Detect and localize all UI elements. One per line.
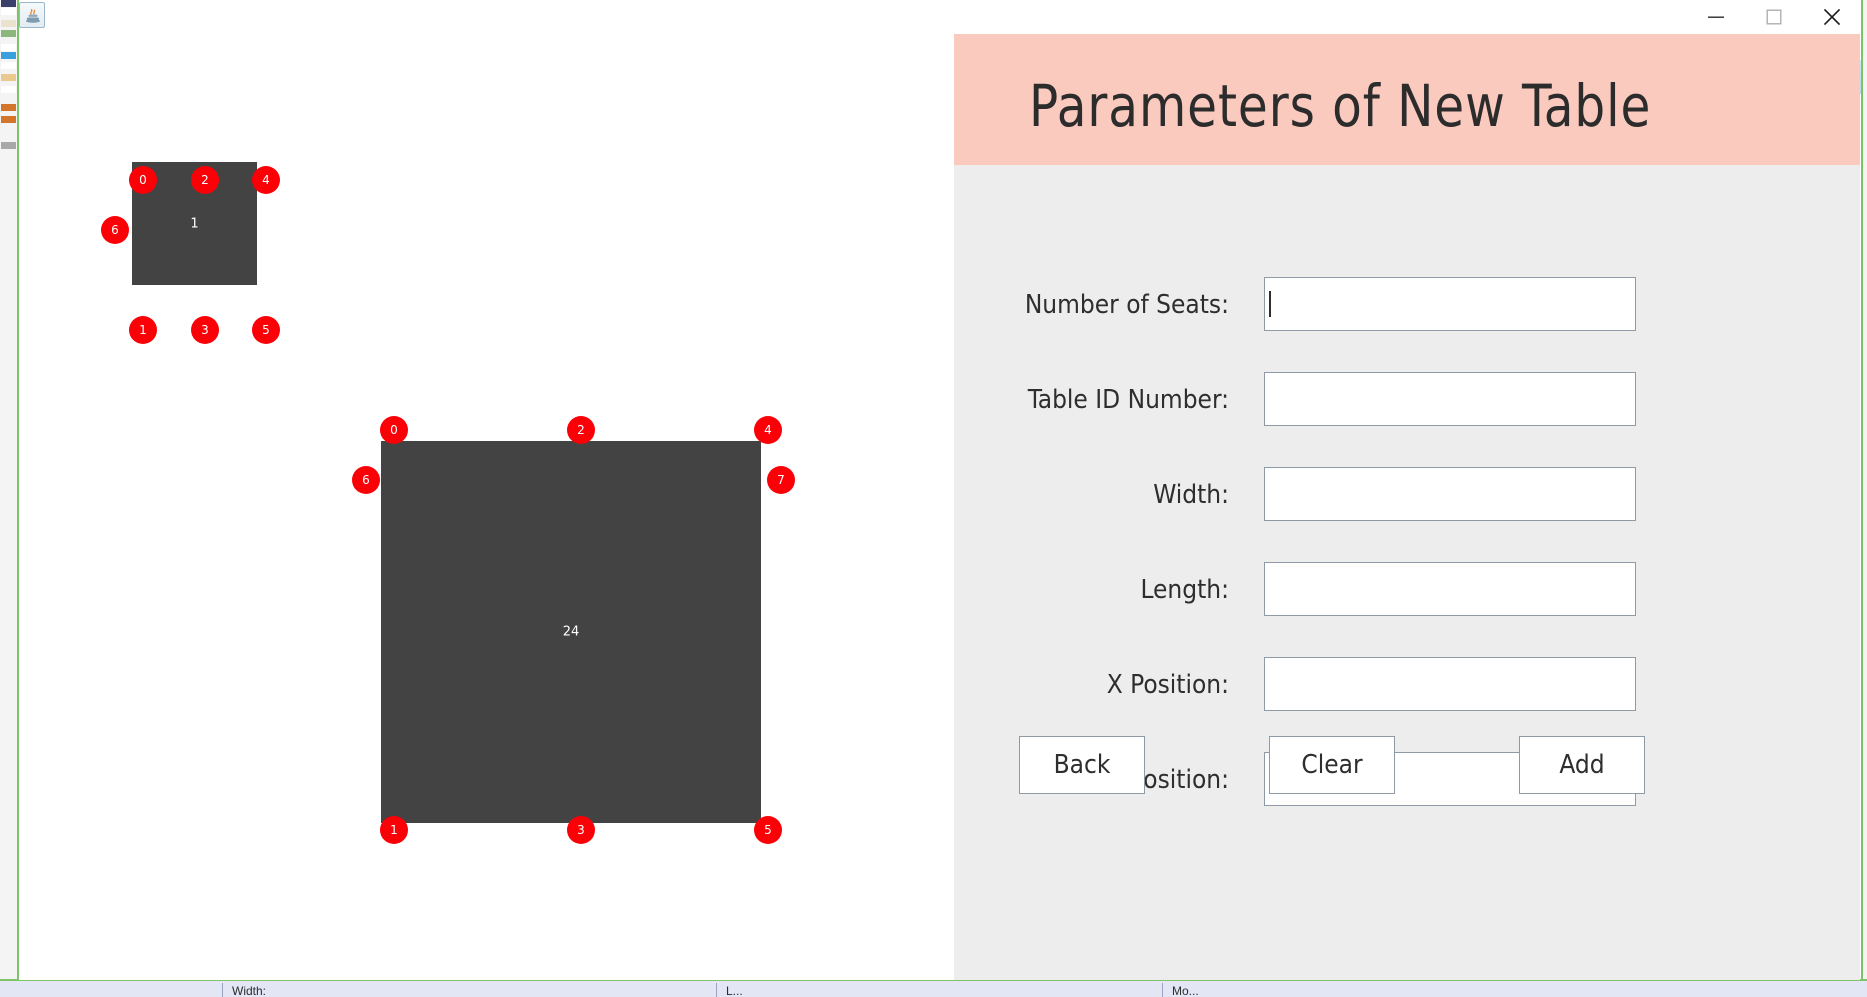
minimize-icon: [1708, 16, 1724, 18]
seat-marker[interactable]: 0: [129, 166, 157, 194]
background-column-header: Mo...: [1172, 984, 1199, 997]
background-right-edge: [1861, 0, 1867, 997]
background-column-header: Width:: [232, 984, 267, 997]
seat-marker[interactable]: 1: [380, 816, 408, 844]
number-of-seats-label: Number of Seats:: [1024, 290, 1229, 320]
back-button[interactable]: Back: [1019, 736, 1145, 794]
clear-button[interactable]: Clear: [1269, 736, 1395, 794]
seat-marker[interactable]: 6: [101, 216, 129, 244]
column-separator: [1162, 983, 1163, 997]
length-label: Length:: [1140, 575, 1229, 605]
table-id-number-input[interactable]: [1264, 372, 1636, 426]
add-button[interactable]: Add: [1519, 736, 1645, 794]
java-coffee-cup-icon: [19, 2, 45, 28]
strip-chip: [1, 0, 16, 7]
x-position-label: X Position:: [1106, 670, 1229, 700]
table-id-label: 24: [562, 624, 580, 640]
strip-chip: [1, 104, 16, 111]
close-button[interactable]: [1804, 0, 1860, 34]
column-separator: [716, 983, 717, 997]
maximize-icon: [1766, 9, 1782, 25]
seat-marker[interactable]: 3: [567, 816, 595, 844]
seat-marker[interactable]: 2: [191, 166, 219, 194]
width-label: Width:: [1153, 480, 1229, 510]
strip-chip: [1, 116, 16, 123]
strip-chip: [1, 142, 16, 149]
form-row-number-of-seats: Number of Seats:: [954, 277, 1860, 333]
seat-marker[interactable]: 2: [567, 416, 595, 444]
seat-marker[interactable]: 0: [380, 416, 408, 444]
width-input[interactable]: [1264, 467, 1636, 521]
number-of-seats-input[interactable]: [1264, 277, 1636, 331]
strip-chip: [1, 74, 16, 81]
column-separator: [222, 983, 223, 997]
table-id-label: 1: [190, 216, 199, 231]
table-designer-window: 1 0 2 4 6 1 3 5 24 0 2 4 6 7 1 3 5 Parameters of New Tab…: [19, 0, 1860, 980]
strip-chip: [1, 52, 16, 59]
seat-marker[interactable]: 6: [352, 466, 380, 494]
close-icon: [1823, 8, 1841, 26]
form-row-table-id-number: Table ID Number:: [954, 372, 1860, 428]
seat-marker[interactable]: 5: [252, 316, 280, 344]
length-input[interactable]: [1264, 562, 1636, 616]
floorplan-canvas[interactable]: 1 0 2 4 6 1 3 5 24 0 2 4 6 7 1 3 5: [19, 34, 954, 980]
seat-marker[interactable]: 4: [252, 166, 280, 194]
strip-chip: [1, 62, 16, 69]
background-column-header: L...: [726, 984, 743, 997]
new-table-form: Number of Seats: Table ID Number: Width: Le…: [954, 165, 1860, 980]
form-row-length: Length:: [954, 562, 1860, 618]
page-title: Parameters of New Table: [1029, 72, 1652, 140]
seat-marker[interactable]: 3: [191, 316, 219, 344]
text-caret: [1269, 291, 1271, 317]
form-button-bar: Back Clear Add: [954, 736, 1860, 798]
strip-chip: [1, 86, 16, 93]
seat-marker[interactable]: 7: [767, 466, 795, 494]
maximize-button[interactable]: [1746, 0, 1802, 34]
background-left-toolstrip: [0, 0, 19, 980]
form-row-x-position: X Position:: [954, 657, 1860, 713]
minimize-button[interactable]: [1688, 0, 1744, 34]
form-row-width: Width:: [954, 467, 1860, 523]
strip-chip: [1, 30, 16, 37]
seat-marker[interactable]: 1: [129, 316, 157, 344]
strip-chip: [1, 8, 16, 15]
x-position-input[interactable]: [1264, 657, 1636, 711]
strip-chip: [1, 20, 16, 27]
strip-chip: [1, 44, 16, 51]
table-id-number-label: Table ID Number:: [1027, 385, 1229, 415]
panel-header: Parameters of New Table: [954, 34, 1860, 165]
seat-marker[interactable]: 4: [754, 416, 782, 444]
window-title-bar: [19, 0, 1860, 34]
background-bottom-table-header: Width: L... Mo...: [0, 979, 1867, 997]
seat-marker[interactable]: 5: [754, 816, 782, 844]
parameters-panel: Parameters of New Table Number of Seats:…: [954, 34, 1860, 980]
